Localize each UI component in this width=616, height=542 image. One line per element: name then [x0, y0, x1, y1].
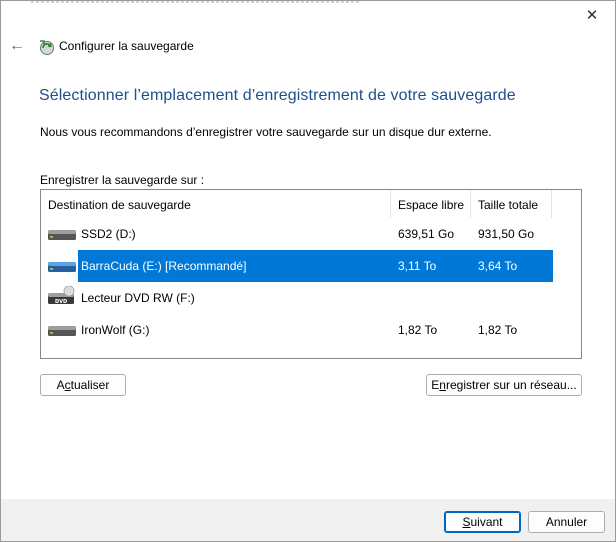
list-item[interactable]: IronWolf (G:) 1,82 To 1,82 To — [41, 314, 553, 346]
hard-drive-icon — [48, 326, 76, 336]
total-size: 931,50 Go — [478, 227, 535, 241]
free-space: 3,11 To — [398, 259, 437, 273]
total-size: 1,82 To — [478, 323, 518, 337]
list-header: Destination de sauvegarde Espace libre T… — [41, 190, 581, 218]
total-size: 3,64 To — [478, 259, 518, 273]
list-item-selected[interactable]: BarraCuda (E:) [Recommandé] 3,11 To 3,64… — [41, 250, 553, 282]
list-item[interactable]: SSD2 (D:) 639,51 Go 931,50 Go — [41, 218, 553, 250]
dvd-drive-icon: DVD — [48, 286, 75, 305]
save-to-network-button[interactable]: Enregistrer sur un réseau... — [426, 374, 582, 396]
drive-name: SSD2 (D:) — [81, 227, 136, 241]
free-space: 639,51 Go — [398, 227, 455, 241]
backup-app-icon — [40, 40, 54, 55]
list-item[interactable]: DVD Lecteur DVD RW (F:) — [41, 282, 553, 314]
refresh-button[interactable]: Actualiser — [40, 374, 126, 396]
free-space: 1,82 To — [398, 323, 438, 337]
column-header-destination[interactable]: Destination de sauvegarde — [41, 190, 391, 218]
hard-drive-icon — [48, 230, 76, 240]
backup-dialog: ✕ ← Configurer la sauvegarde Sélectionne… — [0, 0, 616, 542]
back-arrow-icon[interactable]: ← — [9, 37, 25, 55]
save-location-label: Enregistrer la sauvegarde sur : — [40, 173, 205, 187]
drive-name: Lecteur DVD RW (F:) — [81, 291, 195, 305]
cancel-button[interactable]: Annuler — [528, 511, 605, 533]
external-drive-icon — [48, 262, 76, 272]
description-text: Nous vous recommandons d’enregistrer vot… — [40, 125, 492, 139]
title-bar-strip — [31, 1, 361, 4]
drive-name: BarraCuda (E:) [Recommandé] — [81, 259, 247, 273]
close-icon[interactable]: ✕ — [583, 7, 601, 25]
column-header-free-space[interactable]: Espace libre — [391, 190, 471, 218]
window-title: Configurer la sauvegarde — [59, 39, 194, 53]
next-button[interactable]: Suivant — [444, 511, 521, 533]
svg-text:DVD: DVD — [55, 299, 67, 305]
drive-name: IronWolf (G:) — [81, 323, 150, 337]
page-heading: Sélectionner l’emplacement d’enregistrem… — [39, 87, 516, 104]
dialog-footer — [1, 499, 615, 541]
column-header-total-size[interactable]: Taille totale — [471, 190, 552, 218]
destination-list[interactable]: Destination de sauvegarde Espace libre T… — [40, 189, 582, 359]
